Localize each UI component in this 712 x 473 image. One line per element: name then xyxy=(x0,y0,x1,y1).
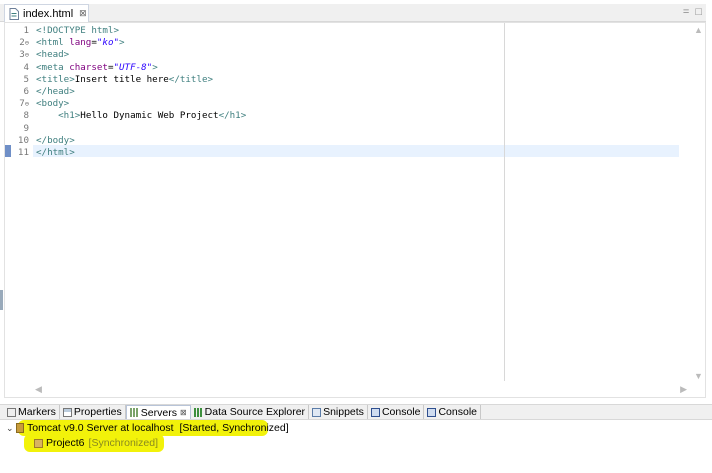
vertical-scrollbar[interactable]: ▲ ▼ xyxy=(691,23,705,397)
code-token: <!DOCTYPE html> xyxy=(36,25,119,36)
line-number: 5 xyxy=(23,73,29,85)
fold-toggle-icon[interactable]: ⊖ xyxy=(25,100,29,108)
console-icon xyxy=(370,407,380,417)
window-edge-marker xyxy=(0,290,3,310)
line-number: 10 xyxy=(17,134,29,146)
panel-tab-label: Markers xyxy=(18,406,56,418)
code-token: lang xyxy=(69,37,92,49)
tab-close-icon[interactable]: ⊠ xyxy=(79,8,87,19)
code-token: "ko" xyxy=(96,37,120,49)
panel-tab-label: Console xyxy=(438,406,477,418)
tomcat-server-icon xyxy=(16,423,24,433)
view-controls: = □ xyxy=(683,6,702,18)
line-number-gutter: 1 2⊖ 3⊖ 4 5 6 7⊖ 8 9 10 11 xyxy=(5,23,33,397)
panel-tab-label: Snippets xyxy=(323,406,364,418)
line-number: 11 xyxy=(17,147,29,158)
servers-icon xyxy=(129,408,139,417)
expand-chevron-icon[interactable]: ⌄ xyxy=(6,423,16,434)
panel-tab-label: Console xyxy=(381,406,421,418)
panel-tab-bar: Markers Properties Servers ⊠ Data Source Exp… xyxy=(0,404,712,420)
code-token: </title> xyxy=(168,73,214,85)
panel-tab-servers[interactable]: Servers ⊠ xyxy=(125,405,191,419)
code-token: charset xyxy=(69,61,108,73)
code-token: </h1> xyxy=(218,110,247,122)
code-area[interactable]: <!DOCTYPE html> <html lang="ko"> <head> <me… xyxy=(33,23,691,397)
code-line[interactable]: <head> xyxy=(36,49,69,61)
panel-tab-label: Servers xyxy=(140,406,177,419)
code-token: <html xyxy=(36,37,70,49)
print-margin xyxy=(504,23,505,381)
code-line[interactable]: </head> xyxy=(36,86,75,98)
code-token: </html> xyxy=(36,147,75,158)
code-token: <meta xyxy=(36,61,70,73)
tab-close-icon[interactable]: ⊠ xyxy=(180,408,187,417)
project-row[interactable]: Project6 [Synchronized] xyxy=(34,436,158,450)
maximize-icon[interactable]: □ xyxy=(695,6,702,18)
project-icon xyxy=(34,438,43,448)
servers-view: ⌄ Tomcat v9.0 Server at localhost [Start… xyxy=(0,420,712,473)
code-line[interactable]: </html> xyxy=(36,147,75,159)
panel-tab-data-source-explorer[interactable]: Data Source Explorer xyxy=(191,405,310,419)
data-source-icon xyxy=(193,407,203,417)
fold-toggle-icon[interactable]: ⊖ xyxy=(25,39,29,47)
code-token: "UTF-8" xyxy=(113,61,153,73)
panel-tab-markers[interactable]: Markers xyxy=(4,405,60,419)
line-number: 4 xyxy=(23,61,29,73)
line-number: 3⊖ xyxy=(19,49,29,61)
code-editor[interactable]: 1 2⊖ 3⊖ 4 5 6 7⊖ 8 9 10 11 <!DOCTYPE html> <html la… xyxy=(4,22,706,398)
line-number: 9 xyxy=(23,122,29,134)
fold-toggle-icon[interactable]: ⊖ xyxy=(25,51,29,59)
panel-tab-label: Data Source Explorer xyxy=(204,406,306,418)
properties-icon xyxy=(62,407,72,417)
markers-icon xyxy=(7,407,16,417)
code-token: </body> xyxy=(36,134,75,146)
code-line[interactable]: <h1>Hello Dynamic Web Project</h1> xyxy=(36,110,246,122)
scroll-right-icon[interactable]: ▶ xyxy=(680,384,687,395)
editor-tab-index-html[interactable]: index.html ⊠ xyxy=(4,4,89,22)
panel-tab-properties[interactable]: Properties xyxy=(60,405,126,419)
line-number: 2⊖ xyxy=(19,37,29,49)
code-line[interactable]: <meta charset="UTF-8"> xyxy=(36,62,158,74)
line-number: 6 xyxy=(23,86,29,97)
scroll-up-icon[interactable]: ▲ xyxy=(694,25,703,35)
code-line[interactable]: <body> xyxy=(36,98,69,110)
code-token: Insert title here xyxy=(74,73,169,85)
panel-tab-console[interactable]: Console xyxy=(368,405,425,419)
code-token: Hello Dynamic Web Project xyxy=(80,110,219,122)
html-file-icon xyxy=(9,7,19,20)
scroll-left-icon[interactable]: ◀ xyxy=(35,384,42,395)
code-token: > xyxy=(119,37,125,49)
minimize-icon[interactable]: = xyxy=(683,6,689,18)
code-token: > xyxy=(152,61,158,73)
code-line[interactable]: <html lang="ko"> xyxy=(36,37,125,49)
server-row[interactable]: ⌄ Tomcat v9.0 Server at localhost [Start… xyxy=(6,421,289,435)
panel-tab-snippets[interactable]: Snippets xyxy=(309,405,368,419)
scroll-down-icon[interactable]: ▼ xyxy=(694,371,703,381)
horizontal-scrollbar[interactable]: ◀ ▶ xyxy=(5,383,691,397)
project-status: [Synchronized] xyxy=(88,437,158,449)
code-line[interactable]: </body> xyxy=(36,135,75,147)
code-token: <title> xyxy=(36,73,75,85)
server-status: [Started, Synchronized] xyxy=(179,422,289,434)
line-number: 7⊖ xyxy=(19,98,29,110)
code-token: <head> xyxy=(36,49,70,61)
code-token: </head> xyxy=(36,86,75,97)
editor-tab-bar: index.html ⊠ = □ xyxy=(0,4,706,22)
project-name: Project6 xyxy=(46,437,85,449)
snippets-icon xyxy=(312,407,322,417)
line-number: 8 xyxy=(23,110,29,122)
console-icon xyxy=(427,407,437,417)
code-token: <h1> xyxy=(58,110,81,122)
panel-tab-console[interactable]: Console xyxy=(424,405,481,419)
code-token: <body> xyxy=(36,98,70,110)
line-number: 1 xyxy=(23,25,29,36)
code-line[interactable]: <title>Insert title here</title> xyxy=(36,74,213,86)
panel-tab-label: Properties xyxy=(73,406,122,418)
server-name: Tomcat v9.0 Server at localhost xyxy=(27,422,174,434)
editor-tab-label: index.html xyxy=(23,7,74,20)
code-line[interactable]: <!DOCTYPE html> xyxy=(36,25,119,37)
